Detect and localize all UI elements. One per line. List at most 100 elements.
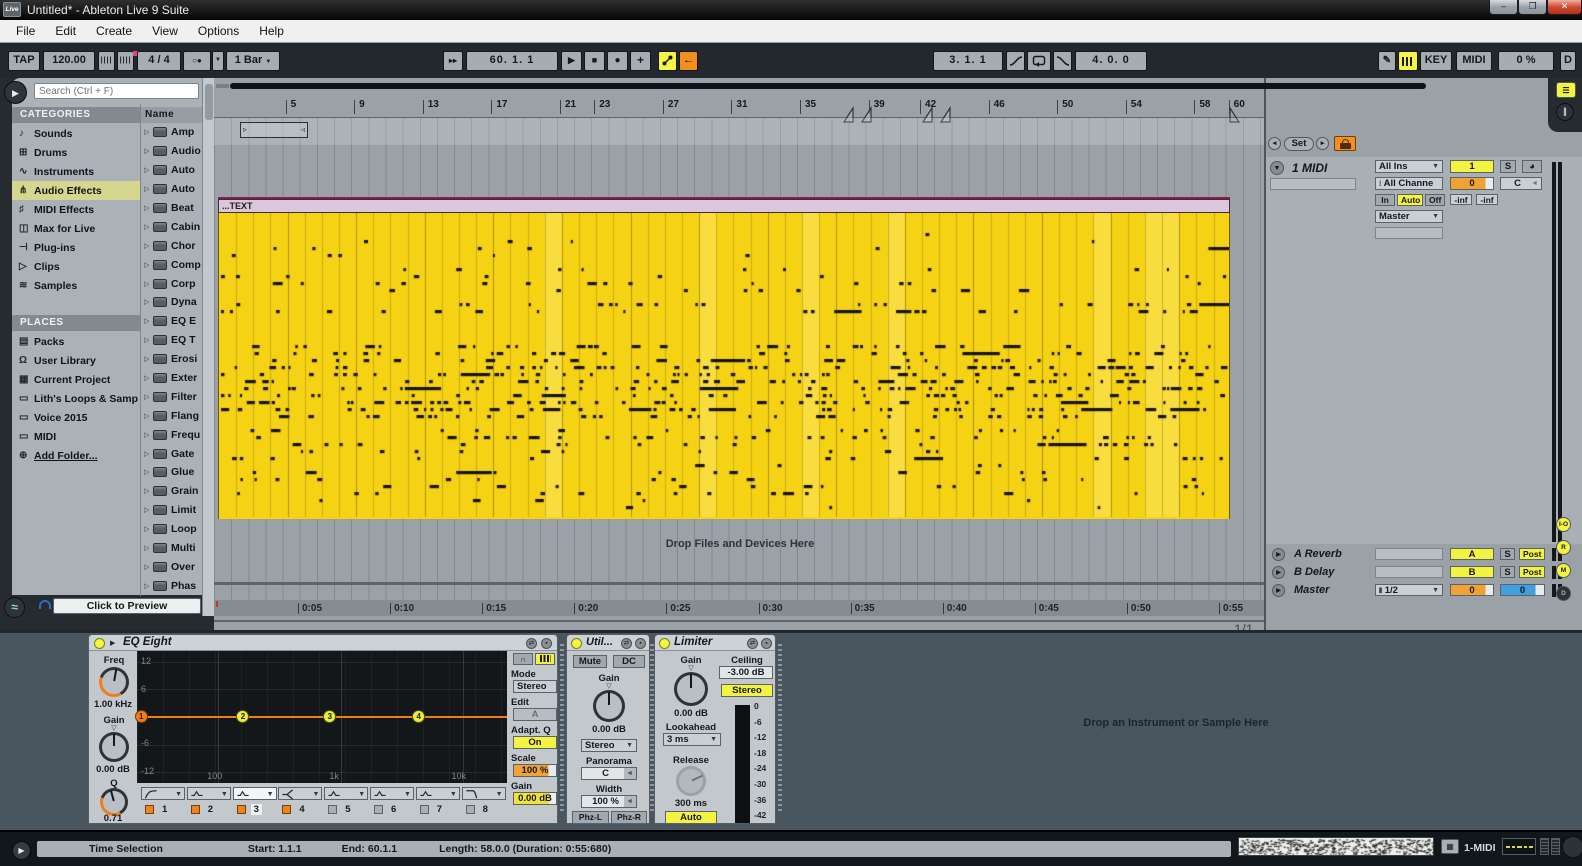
- loop-end-handle[interactable]: ◃: [301, 123, 305, 136]
- volume-slider[interactable]: 0: [1450, 177, 1494, 190]
- place-item[interactable]: ▦ Current Project: [12, 370, 140, 389]
- return-b-post-toggle[interactable]: Post: [1519, 566, 1545, 578]
- status-expand-icon[interactable]: ▶: [12, 841, 31, 860]
- arm-button[interactable]: ◕: [1522, 160, 1542, 173]
- place-item[interactable]: ▭ MIDI: [12, 427, 140, 446]
- device-list-item[interactable]: ▷ Auto: [141, 161, 202, 180]
- stop-button[interactable]: ■: [584, 51, 605, 71]
- info-circle-icon[interactable]: [1562, 836, 1582, 858]
- band-activator[interactable]: [373, 805, 383, 814]
- beat-time-ruler[interactable]: 5 9 13 17 21 23 27 31 35 39 42 46 50 54 58 60: [214, 94, 1266, 118]
- device-title-bar[interactable]: Util... ⇄ ▪: [567, 635, 649, 651]
- loop-start-field[interactable]: 3. 1. 1: [933, 51, 1003, 71]
- menu-item[interactable]: File: [6, 20, 45, 42]
- track-fold-button[interactable]: ▼: [1270, 161, 1284, 175]
- dc-button[interactable]: DC: [613, 655, 645, 668]
- release-value[interactable]: 300 ms: [663, 798, 719, 809]
- expand-arrow-icon[interactable]: ▷: [144, 450, 153, 458]
- freq-value[interactable]: 1.00 kHz: [89, 699, 137, 710]
- save-preset-icon[interactable]: ▪: [635, 638, 646, 649]
- return-b-name[interactable]: B Delay: [1294, 566, 1334, 578]
- back-to-arrangement-button[interactable]: ←: [679, 51, 698, 71]
- place-item[interactable]: ▭ Lith's Loops & Samp: [12, 389, 140, 408]
- device-power-button[interactable]: [571, 637, 582, 649]
- midi-map-button[interactable]: MIDI: [1456, 51, 1492, 71]
- device-list-item[interactable]: ▷ Auto: [141, 180, 202, 199]
- expand-arrow-icon[interactable]: ▷: [144, 223, 153, 231]
- expand-arrow-icon[interactable]: ▷: [144, 374, 153, 382]
- device-list-item[interactable]: ▷ Flang: [141, 406, 202, 425]
- utility-gain-knob[interactable]: [593, 690, 625, 722]
- prev-locator-button[interactable]: ◂: [1268, 137, 1281, 150]
- show-io-toggle[interactable]: I-O: [1556, 517, 1571, 532]
- phase-left-button[interactable]: Phz-L: [572, 811, 609, 824]
- filter-type-menu[interactable]: ▼: [369, 787, 414, 800]
- ceiling-field[interactable]: -3.00 dB: [719, 666, 773, 679]
- menu-item[interactable]: Options: [188, 20, 249, 42]
- expand-arrow-icon[interactable]: ▷: [144, 298, 153, 306]
- device-list-item[interactable]: ▷ Chor: [141, 236, 202, 255]
- output-gain-slider[interactable]: 0.00 dB: [513, 792, 557, 805]
- computer-midi-keyboard-button[interactable]: [1398, 51, 1418, 71]
- tempo-field[interactable]: 120.00: [43, 51, 95, 71]
- track-name[interactable]: 1 MIDI: [1292, 161, 1327, 175]
- device-list-item[interactable]: ▷ Comp: [141, 255, 202, 274]
- eq-band-point[interactable]: 2: [236, 710, 250, 723]
- loop-length-field[interactable]: 4. 0. 0: [1075, 51, 1147, 71]
- clip-overview[interactable]: [1238, 837, 1434, 856]
- arrangement-position-field[interactable]: 60. 1. 1: [466, 51, 558, 71]
- device-list-item[interactable]: ▷ Cabin: [141, 217, 202, 236]
- device-fold-icon[interactable]: ▶: [110, 639, 115, 647]
- device-list-item[interactable]: ▷ Loop: [141, 520, 202, 539]
- menu-item[interactable]: View: [142, 20, 188, 42]
- category-item[interactable]: ⊣ Plug-ins: [12, 238, 140, 257]
- band-activator[interactable]: [190, 805, 200, 814]
- nudge-down-button[interactable]: ||||: [98, 51, 115, 71]
- output-menu[interactable]: Master ▼: [1375, 210, 1443, 223]
- eq-band-point[interactable]: 3: [323, 710, 337, 723]
- menu-item[interactable]: Edit: [45, 20, 86, 42]
- play-button[interactable]: ▶: [561, 51, 582, 71]
- q-knob[interactable]: [100, 788, 128, 816]
- expand-arrow-icon[interactable]: ▷: [144, 393, 153, 401]
- expand-arrow-icon[interactable]: ▷: [144, 336, 153, 344]
- expand-arrow-icon[interactable]: ▷: [144, 412, 153, 420]
- release-knob[interactable]: [676, 766, 706, 796]
- category-item[interactable]: ≋ Samples: [12, 276, 140, 295]
- gain-knob[interactable]: [99, 732, 129, 762]
- filter-type-menu[interactable]: ▼: [461, 787, 506, 800]
- name-column-header[interactable]: Name: [141, 107, 202, 123]
- hot-swap-icon[interactable]: ⇄: [526, 638, 537, 649]
- expand-arrow-icon[interactable]: ▷: [144, 317, 153, 325]
- headphone-preview-icon[interactable]: [39, 600, 51, 609]
- phase-right-button[interactable]: Phz-R: [611, 811, 647, 824]
- monitor-auto-button[interactable]: Auto: [1397, 194, 1423, 206]
- input-channel-menu[interactable]: ⁞ All Channe▼: [1375, 177, 1443, 190]
- expand-arrow-icon[interactable]: ▷: [144, 506, 153, 514]
- close-button[interactable]: ✕: [1547, 0, 1582, 15]
- grid-toggle-button[interactable]: ▦: [1441, 839, 1459, 854]
- arrangement-body[interactable]: ▹ ◃ ...TEXT Drop Files and Devices Here 1…: [214, 118, 1266, 640]
- place-item[interactable]: ▭ Voice 2015: [12, 408, 140, 427]
- category-item[interactable]: ♪ Sounds: [12, 124, 140, 143]
- device-list-item[interactable]: ▷ Filter: [141, 387, 202, 406]
- expand-arrow-icon[interactable]: ▷: [144, 185, 153, 193]
- mode-menu[interactable]: Stereo▼: [513, 680, 557, 693]
- scrollbar-handle[interactable]: [205, 84, 213, 120]
- expand-arrow-icon[interactable]: ▷: [144, 147, 153, 155]
- expand-arrow-icon[interactable]: ▷: [144, 563, 153, 571]
- device-list-item[interactable]: ▷ Phas: [141, 576, 202, 595]
- record-button[interactable]: ●: [607, 51, 628, 71]
- loop-start-handle[interactable]: ▹: [243, 123, 247, 136]
- return-b-solo[interactable]: S: [1500, 566, 1515, 578]
- time-signature-field[interactable]: 4 / 4: [137, 51, 181, 71]
- lock-envelopes-button[interactable]: [1334, 136, 1356, 151]
- device-list-item[interactable]: ▷ Corp: [141, 274, 202, 293]
- category-item[interactable]: ▷ Clips: [12, 257, 140, 276]
- eq-band-point[interactable]: 1: [134, 710, 148, 723]
- filter-type-menu[interactable]: ▼: [186, 787, 231, 800]
- spectrum-toggle[interactable]: [535, 653, 555, 665]
- expand-arrow-icon[interactable]: ▷: [144, 355, 153, 363]
- set-locator-button[interactable]: Set: [1284, 137, 1314, 151]
- place-item[interactable]: ⊕ Add Folder...: [12, 446, 140, 465]
